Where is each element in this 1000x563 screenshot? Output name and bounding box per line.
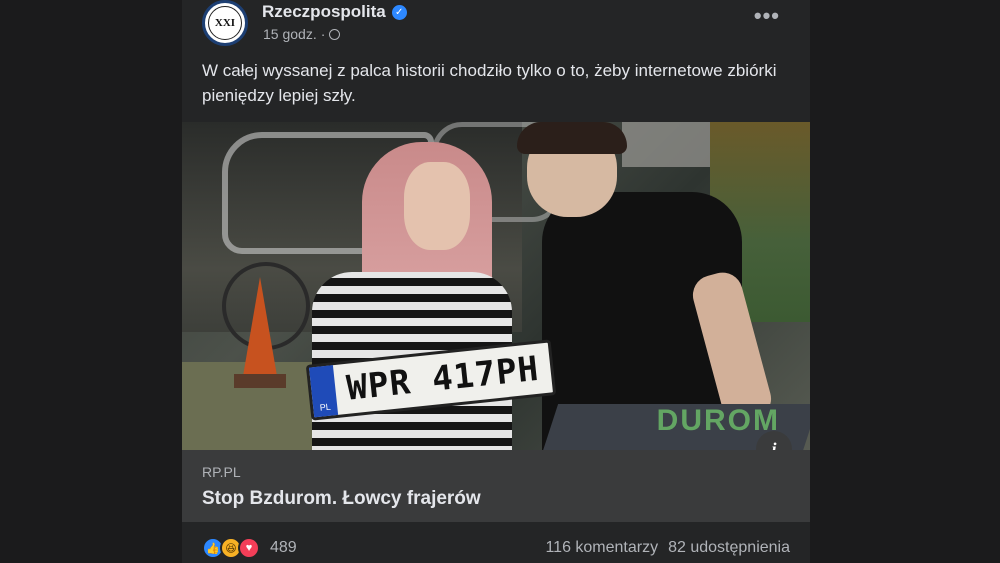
facebook-post-card: XXI Rzeczpospolita ✓ 15 godz. · ••• W ca… [182,0,810,563]
man-hair [517,122,627,154]
avatar-logo: XXI [208,6,242,40]
page-avatar[interactable]: XXI [202,0,248,46]
public-globe-icon [329,28,341,40]
brick-wall [622,122,712,167]
reactions-summary[interactable]: 👍 😆 ♥ 489 [202,537,297,559]
post-text: W całej wyssanej z palca historii chodzi… [202,61,777,105]
traffic-cone-base [234,374,286,388]
post-link-image[interactable]: DUROM PL WPR 417PH [182,122,810,450]
post-header: XXI Rzeczpospolita ✓ 15 godz. · ••• [202,0,790,50]
page-name[interactable]: Rzeczpospolita [262,2,386,22]
page-name-link[interactable]: Rzeczpospolita ✓ [262,2,407,22]
link-domain: RP.PL [202,464,241,480]
post-meta: 15 godz. · [263,26,341,42]
left-letterbox [0,0,182,563]
shares-count[interactable]: 82 udostępnienia [668,539,790,557]
verified-badge-icon: ✓ [391,4,407,20]
post-timestamp[interactable]: 15 godz. [263,26,317,42]
traffic-cone [242,277,278,382]
more-options-button[interactable]: ••• [754,5,780,27]
comments-count[interactable]: 116 komentarzy [545,539,658,557]
link-title[interactable]: Stop Bzdurom. Łowcy frajerów [202,488,481,510]
meta-separator: · [320,26,326,42]
engagement-stats: 116 komentarzy 82 udostępnienia [545,539,790,557]
sign-text: DUROM [656,404,780,437]
right-letterbox [810,0,1000,563]
post-footer: 👍 😆 ♥ 489 116 komentarzy 82 udostępnieni… [182,522,810,563]
reaction-count[interactable]: 489 [270,539,297,557]
link-preview[interactable]: RP.PL Stop Bzdurom. Łowcy frajerów [182,450,810,522]
woman-face [404,162,470,250]
love-reaction-icon: ♥ [238,537,260,559]
